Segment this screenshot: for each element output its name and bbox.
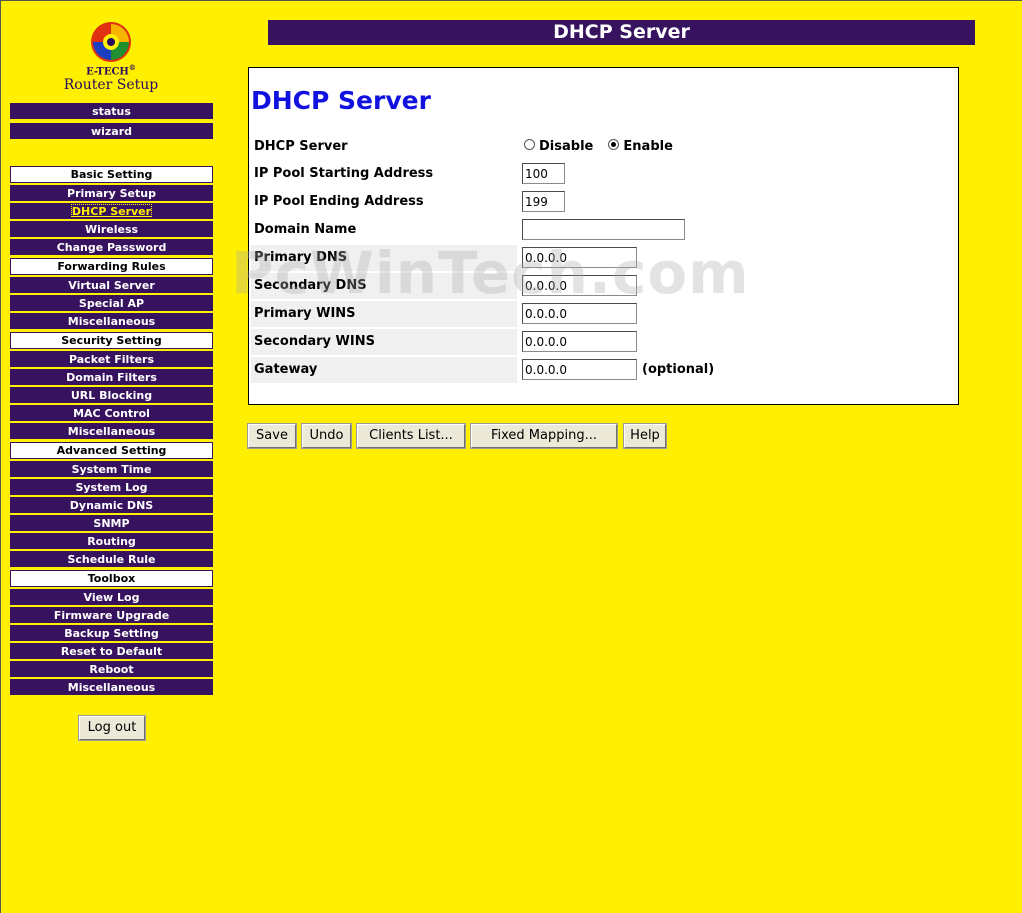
- sidebar-item-change-password[interactable]: Change Password: [10, 239, 213, 255]
- domain-name-label: Domain Name: [254, 222, 357, 237]
- panel-heading: DHCP Server: [251, 86, 431, 115]
- secondary-dns-input[interactable]: [522, 275, 637, 296]
- pool-end-input[interactable]: [522, 191, 565, 212]
- sidebar-item-system-time[interactable]: System Time: [10, 461, 213, 477]
- save-button[interactable]: Save: [247, 423, 297, 449]
- sidebar-item-packet-filters[interactable]: Packet Filters: [10, 351, 213, 367]
- fixed-mapping-button[interactable]: Fixed Mapping...: [470, 423, 618, 449]
- dhcp-disable-label: Disable: [539, 139, 594, 154]
- sidebar-item-snmp[interactable]: SNMP: [10, 515, 213, 531]
- page-title: DHCP Server: [268, 20, 975, 45]
- sidebar-item-miscellaneous-forwarding[interactable]: Miscellaneous: [10, 313, 213, 329]
- sidebar-item-virtual-server[interactable]: Virtual Server: [10, 277, 213, 293]
- sidebar-item-view-log[interactable]: View Log: [10, 589, 213, 605]
- gateway-label: Gateway: [251, 357, 517, 383]
- pool-end-label: IP Pool Ending Address: [254, 194, 424, 209]
- sidebar-item-backup-setting[interactable]: Backup Setting: [10, 625, 213, 641]
- sidebar-item-primary-setup[interactable]: Primary Setup: [10, 185, 213, 201]
- dhcp-enable-label: Enable: [623, 139, 673, 154]
- secondary-wins-row: Secondary WINS: [251, 329, 959, 355]
- clients-list-button[interactable]: Clients List...: [356, 423, 466, 449]
- dhcp-disable-radio[interactable]: [524, 139, 535, 150]
- pool-end-row: IP Pool Ending Address: [251, 189, 959, 215]
- primary-wins-label: Primary WINS: [251, 301, 517, 327]
- sidebar-item-firmware-upgrade[interactable]: Firmware Upgrade: [10, 607, 213, 623]
- secondary-dns-row: Secondary DNS: [251, 273, 959, 299]
- dhcp-settings-panel: DHCP Server DHCP Server Disable Enable I…: [248, 67, 959, 405]
- sidebar-item-routing[interactable]: Routing: [10, 533, 213, 549]
- sidebar-item-mac-control[interactable]: MAC Control: [10, 405, 213, 421]
- pool-start-label: IP Pool Starting Address: [254, 166, 434, 181]
- logo-brand: E-TECH: [86, 66, 129, 78]
- domain-name-row: Domain Name: [251, 217, 959, 243]
- sidebar-item-schedule-rule[interactable]: Schedule Rule: [10, 551, 213, 567]
- sidebar-item-miscellaneous-security[interactable]: Miscellaneous: [10, 423, 213, 439]
- sidebar-item-reboot[interactable]: Reboot: [10, 661, 213, 677]
- sidebar-category-forwarding-rules[interactable]: Forwarding Rules: [10, 258, 213, 275]
- sidebar-item-domain-filters[interactable]: Domain Filters: [10, 369, 213, 385]
- sidebar-item-status[interactable]: status: [10, 103, 213, 119]
- dhcp-server-label: DHCP Server: [254, 139, 348, 154]
- help-button[interactable]: Help: [623, 423, 667, 449]
- sidebar-item-special-ap[interactable]: Special AP: [10, 295, 213, 311]
- gateway-optional-note: (optional): [642, 362, 715, 377]
- primary-dns-row: Primary DNS: [251, 245, 959, 271]
- logout-button[interactable]: Log out: [78, 715, 146, 741]
- pool-start-input[interactable]: [522, 163, 565, 184]
- gateway-row: Gateway (optional): [251, 357, 959, 383]
- undo-button[interactable]: Undo: [301, 423, 352, 449]
- sidebar-item-url-blocking[interactable]: URL Blocking: [10, 387, 213, 403]
- secondary-wins-input[interactable]: [522, 331, 637, 352]
- logo-subtitle: Router Setup: [63, 77, 159, 94]
- primary-wins-row: Primary WINS: [251, 301, 959, 327]
- domain-name-input[interactable]: [522, 219, 685, 240]
- sidebar-item-reset-to-default[interactable]: Reset to Default: [10, 643, 213, 659]
- primary-dns-input[interactable]: [522, 247, 637, 268]
- logo-trademark: ®: [128, 63, 136, 72]
- sidebar-item-miscellaneous-toolbox[interactable]: Miscellaneous: [10, 679, 213, 695]
- sidebar-item-dhcp-server[interactable]: DHCP Server: [10, 203, 213, 219]
- secondary-wins-label: Secondary WINS: [251, 329, 517, 355]
- gateway-input[interactable]: [522, 359, 637, 380]
- sidebar-item-dynamic-dns[interactable]: Dynamic DNS: [10, 497, 213, 513]
- dhcp-server-row: DHCP Server Disable Enable: [251, 135, 959, 161]
- secondary-dns-label: Secondary DNS: [251, 273, 517, 299]
- sidebar-category-security-setting[interactable]: Security Setting: [10, 332, 213, 349]
- sidebar-item-wizard[interactable]: wizard: [10, 123, 213, 139]
- primary-wins-input[interactable]: [522, 303, 637, 324]
- pool-start-row: IP Pool Starting Address: [251, 161, 959, 187]
- sidebar-category-toolbox[interactable]: Toolbox: [10, 570, 213, 587]
- logo: E-TECH® Router Setup: [61, 19, 161, 99]
- dhcp-enable-radio[interactable]: [608, 139, 620, 150]
- swirl-logo-icon: [91, 22, 131, 62]
- sidebar-item-system-log[interactable]: System Log: [10, 479, 213, 495]
- sidebar-category-advanced-setting[interactable]: Advanced Setting: [10, 442, 213, 459]
- sidebar-category-basic-setting[interactable]: Basic Setting: [10, 166, 213, 183]
- sidebar-item-wireless[interactable]: Wireless: [10, 221, 213, 237]
- primary-dns-label: Primary DNS: [251, 245, 517, 271]
